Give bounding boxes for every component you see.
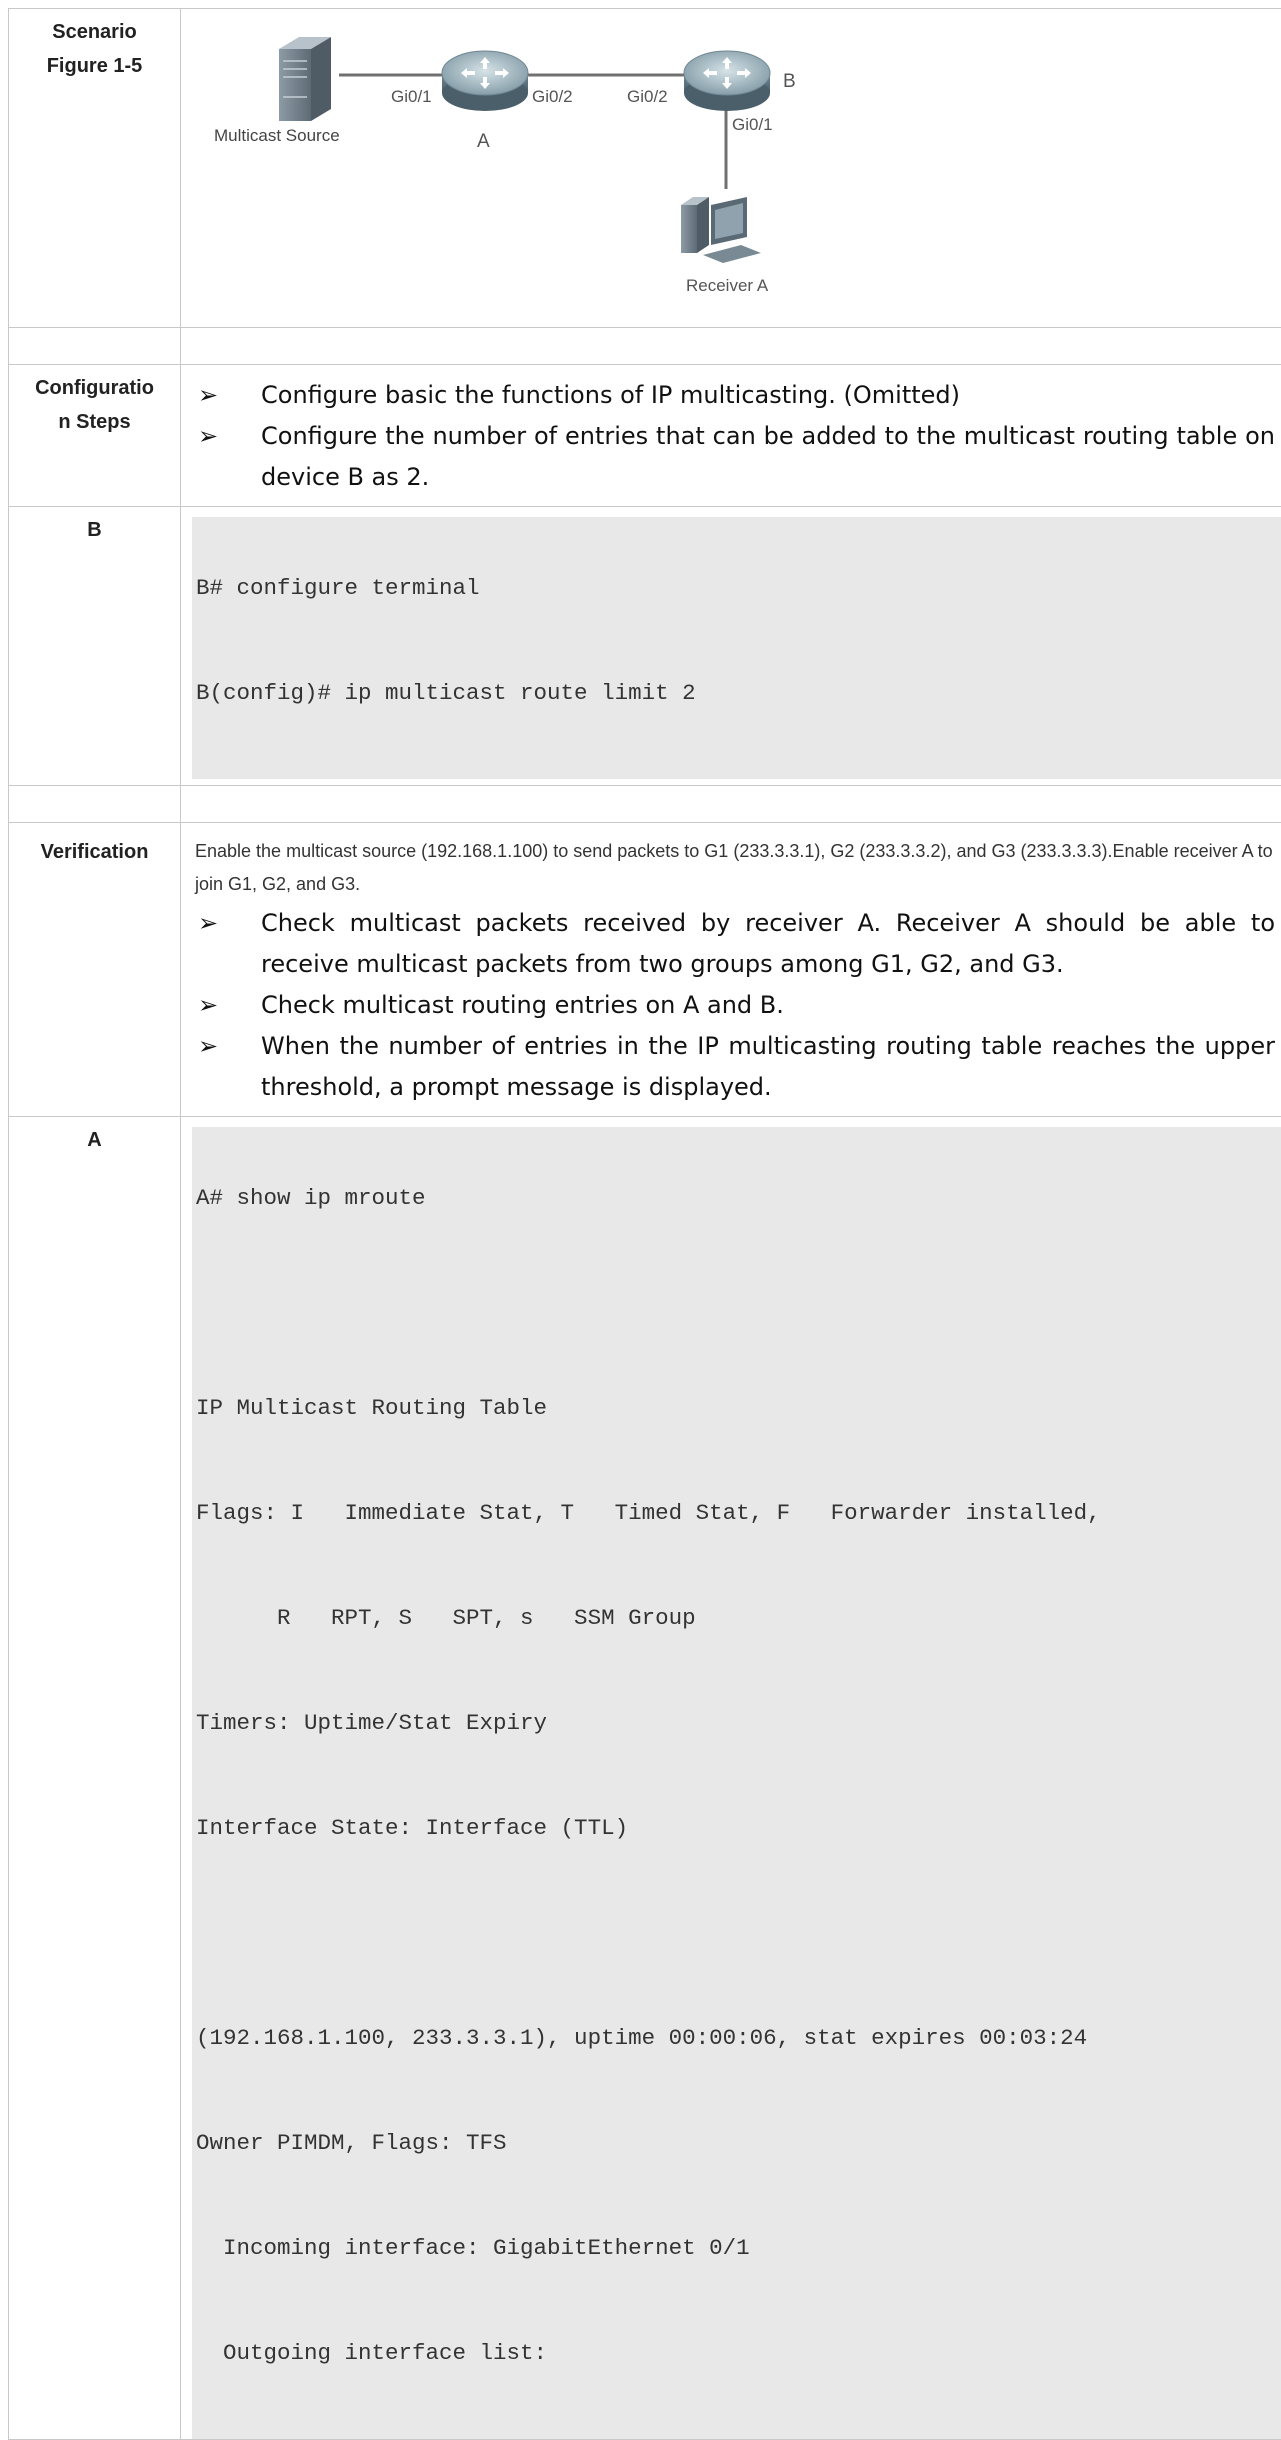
spacer-row-2 bbox=[9, 786, 1281, 823]
list-item: ➢ Check multicast packets received by rec… bbox=[192, 903, 1281, 985]
document-table: Scenario Figure 1-5 bbox=[8, 8, 1281, 2440]
verification-list: ➢ Check multicast packets received by rec… bbox=[192, 901, 1281, 1116]
receiver-a-label: Receiver A bbox=[686, 276, 769, 295]
router-b-port-gi0-2: Gi0/2 bbox=[627, 87, 668, 106]
spacer-cell bbox=[9, 786, 181, 823]
spacer-cell bbox=[181, 786, 1281, 823]
spacer-cell bbox=[9, 328, 181, 365]
config-steps-content: ➢ Configure basic the functions of IP mul… bbox=[181, 365, 1281, 507]
scenario-label: Scenario Figure 1-5 bbox=[9, 9, 181, 328]
router-a-icon bbox=[442, 51, 528, 111]
code-line: Incoming interface: GigabitEthernet 0/1 bbox=[196, 2229, 1281, 2282]
verification-row: Verification Enable the multicast source… bbox=[9, 823, 1281, 1117]
device-b-label-text: B bbox=[9, 513, 180, 547]
code-line: Timers: Uptime/Stat Expiry bbox=[196, 1704, 1281, 1757]
router-a-label: A bbox=[477, 131, 490, 152]
device-b-label: B bbox=[9, 507, 181, 786]
scenario-row: Scenario Figure 1-5 bbox=[9, 9, 1281, 328]
code-line: Flags: I Immediate Stat, T Timed Stat, F… bbox=[196, 1494, 1281, 1547]
scenario-label-line2: Figure 1-5 bbox=[9, 49, 180, 83]
code-line: Outgoing interface list: bbox=[196, 2334, 1281, 2387]
list-item: ➢ When the number of entries in the IP mu… bbox=[192, 1026, 1281, 1108]
device-b-content: B# configure terminal B(config)# ip mult… bbox=[181, 507, 1281, 786]
arrow-bullet-icon: ➢ bbox=[198, 375, 218, 416]
code-line: IP Multicast Routing Table bbox=[196, 1389, 1281, 1442]
config-steps-label-line1: Configuratio bbox=[9, 371, 180, 405]
device-a-label: A bbox=[9, 1117, 181, 2440]
list-item: ➢ Configure the number of entries that ca… bbox=[192, 416, 1281, 498]
network-diagram: Multicast Source A Gi0/1 Gi0/2 bbox=[181, 9, 1281, 327]
check-text: Check multicast packets received by rece… bbox=[261, 909, 1275, 978]
config-steps-label-line2: n Steps bbox=[9, 405, 180, 439]
verification-label-text: Verification bbox=[9, 835, 180, 869]
router-b-port-gi0-1: Gi0/1 bbox=[732, 115, 773, 134]
verification-label: Verification bbox=[9, 823, 181, 1117]
check-text: Check multicast routing entries on A and… bbox=[261, 991, 784, 1019]
spacer-row-1 bbox=[9, 328, 1281, 365]
server-icon bbox=[279, 37, 331, 121]
code-line: B# configure terminal bbox=[196, 569, 1281, 622]
scenario-label-line1: Scenario bbox=[9, 15, 180, 49]
device-a-label-text: A bbox=[9, 1123, 180, 1157]
device-a-row: A A# show ip mroute IP Multicast Routing… bbox=[9, 1117, 1281, 2440]
config-steps-label: Configuratio n Steps bbox=[9, 365, 181, 507]
device-b-row: B B# configure terminal B(config)# ip mu… bbox=[9, 507, 1281, 786]
list-item: ➢ Configure basic the functions of IP mul… bbox=[192, 375, 1281, 416]
config-steps-row: Configuratio n Steps ➢ Configure basic th… bbox=[9, 365, 1281, 507]
arrow-bullet-icon: ➢ bbox=[198, 1026, 218, 1067]
code-line: R RPT, S SPT, s SSM Group bbox=[196, 1599, 1281, 1652]
code-line: Interface State: Interface (TTL) bbox=[196, 1809, 1281, 1862]
arrow-bullet-icon: ➢ bbox=[198, 985, 218, 1026]
code-line bbox=[196, 1284, 1281, 1337]
code-line: B(config)# ip multicast route limit 2 bbox=[196, 674, 1281, 727]
device-a-content: A# show ip mroute IP Multicast Routing T… bbox=[181, 1117, 1281, 2440]
code-line: Owner PIMDM, Flags: TFS bbox=[196, 2124, 1281, 2177]
arrow-bullet-icon: ➢ bbox=[198, 903, 218, 944]
spacer-cell bbox=[181, 328, 1281, 365]
workstation-icon bbox=[681, 197, 761, 263]
check-text: When the number of entries in the IP mul… bbox=[261, 1032, 1275, 1101]
network-diagram-cell: Multicast Source A Gi0/1 Gi0/2 bbox=[181, 9, 1281, 328]
device-b-code-block: B# configure terminal B(config)# ip mult… bbox=[192, 517, 1281, 779]
multicast-source-label: Multicast Source bbox=[214, 126, 340, 145]
code-line: (192.168.1.100, 233.3.3.1), uptime 00:00… bbox=[196, 2019, 1281, 2072]
router-a-port-gi0-1: Gi0/1 bbox=[391, 87, 432, 106]
router-a-port-gi0-2: Gi0/2 bbox=[532, 87, 573, 106]
step-text: Configure the number of entries that can… bbox=[261, 422, 1275, 491]
verification-content: Enable the multicast source (192.168.1.1… bbox=[181, 823, 1281, 1117]
step-text: Configure basic the functions of IP mult… bbox=[261, 381, 960, 409]
arrow-bullet-icon: ➢ bbox=[198, 416, 218, 457]
config-steps-list: ➢ Configure basic the functions of IP mul… bbox=[192, 365, 1281, 506]
code-line: A# show ip mroute bbox=[196, 1179, 1281, 1232]
device-a-code-block: A# show ip mroute IP Multicast Routing T… bbox=[192, 1127, 1281, 2439]
list-item: ➢ Check multicast routing entries on A an… bbox=[192, 985, 1281, 1026]
code-line bbox=[196, 1914, 1281, 1967]
verification-intro: Enable the multicast source (192.168.1.1… bbox=[192, 823, 1281, 901]
router-b-icon bbox=[684, 51, 770, 111]
router-b-label: B bbox=[783, 71, 796, 92]
